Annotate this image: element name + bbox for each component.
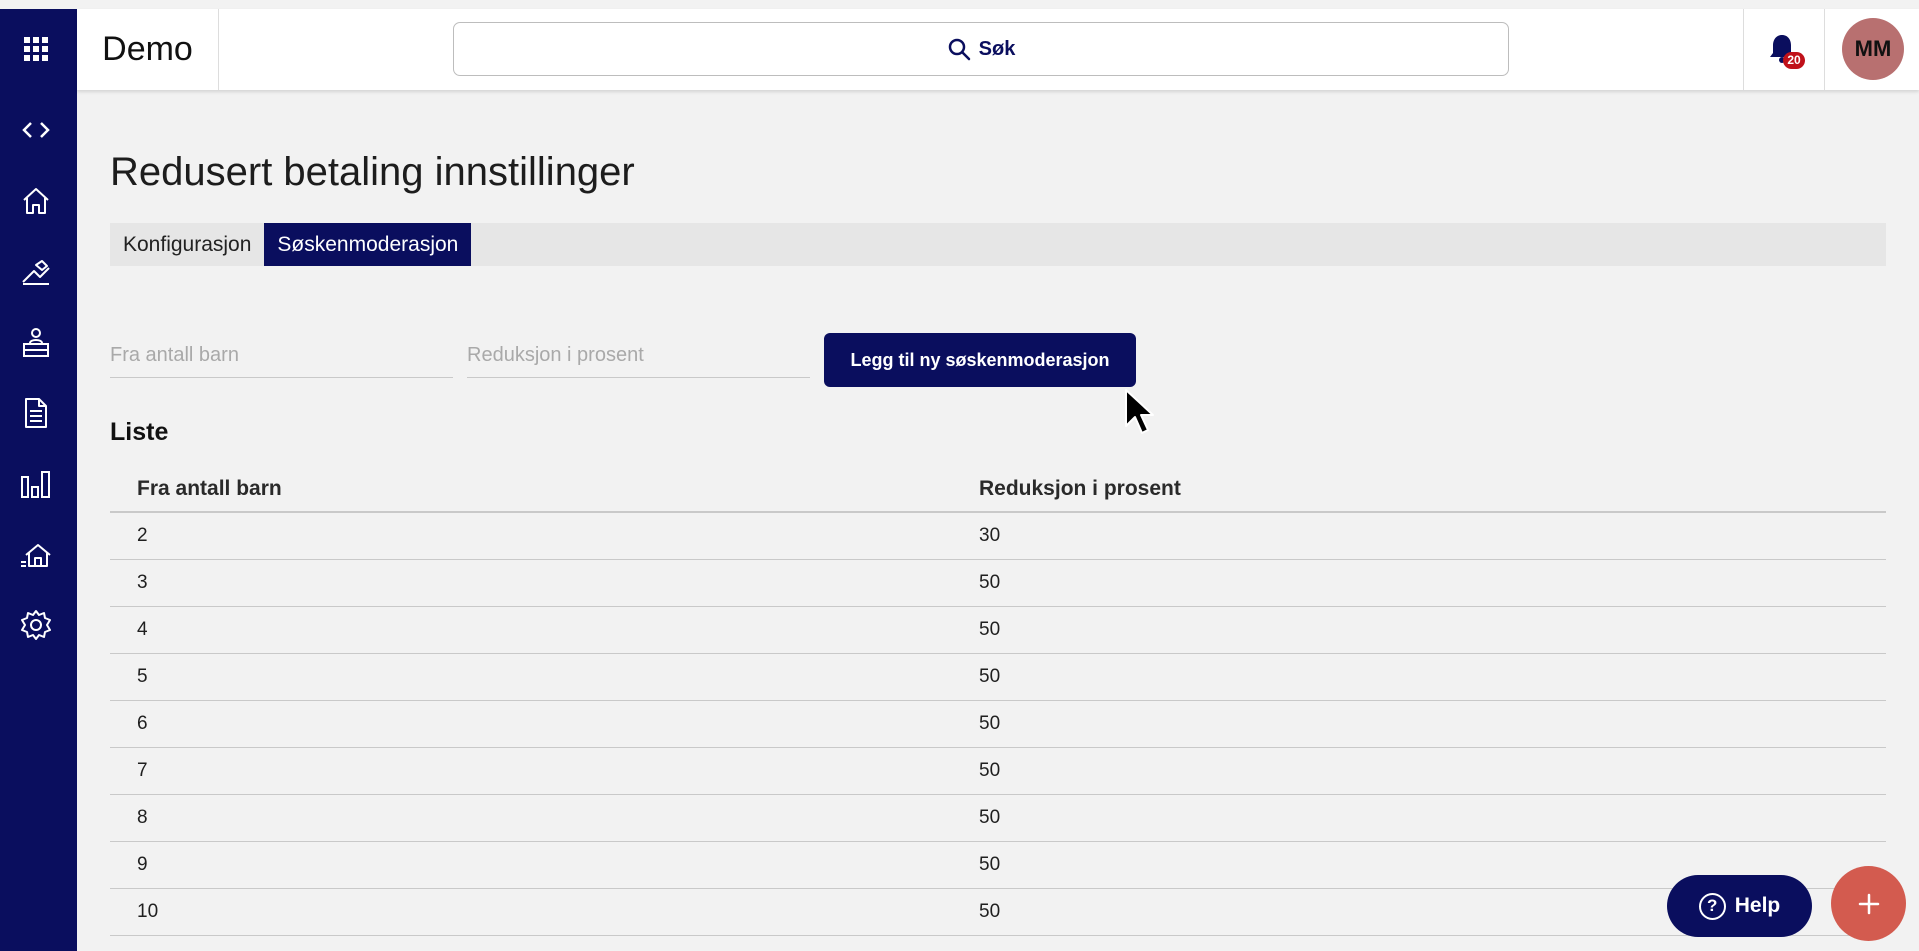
top-bar: Demo Søk 20 MM [77, 9, 1919, 90]
cell-children: 10 [137, 901, 159, 922]
gear-icon[interactable] [18, 607, 54, 643]
column-header-reduction[interactable]: Reduksjon i prosent [979, 477, 1886, 501]
playground-icon[interactable] [18, 254, 54, 290]
notifications-button[interactable]: 20 [1743, 9, 1825, 90]
list-title: Liste [110, 418, 169, 446]
mouse-cursor-icon [1125, 389, 1154, 434]
search-label: Søk [978, 37, 1016, 60]
column-header-children[interactable]: Fra antall barn [110, 477, 979, 501]
children-count-field [110, 335, 453, 378]
cell-reduction: 50 [979, 760, 1001, 781]
help-button-label: Help [1734, 894, 1781, 917]
cell-children: 2 [137, 525, 148, 546]
add-sibling-discount-button[interactable]: Legg til ny søskenmoderasjon [824, 333, 1136, 387]
cell-children: 7 [137, 760, 148, 781]
discount-table: Fra antall barn Reduksjon i prosent 2 30… [110, 467, 1886, 936]
plus-icon [1858, 893, 1879, 914]
question-mark-icon: ? [1698, 892, 1726, 920]
app-title[interactable]: Demo [77, 9, 219, 90]
search-bar[interactable]: Søk [453, 22, 1509, 76]
table-row[interactable]: 4 50 [110, 607, 1886, 654]
table-row[interactable]: 8 50 [110, 795, 1886, 842]
table-row[interactable]: 9 50 [110, 842, 1886, 889]
apps-grid-icon[interactable] [18, 31, 54, 67]
tab-soskenmoderasjon[interactable]: Søskenmoderasjon [264, 223, 472, 266]
cell-reduction: 50 [979, 713, 1001, 734]
cell-reduction: 50 [979, 619, 1001, 640]
cell-children: 5 [137, 666, 148, 687]
reduction-percent-field [467, 335, 810, 378]
reduction-percent-input[interactable] [467, 335, 810, 375]
cell-children: 8 [137, 807, 148, 828]
kindergarten-icon[interactable] [18, 325, 54, 361]
bar-chart-icon[interactable] [18, 466, 54, 502]
table-row[interactable]: 7 50 [110, 748, 1886, 795]
table-header: Fra antall barn Reduksjon i prosent [110, 467, 1886, 513]
avatar[interactable]: MM [1842, 18, 1904, 80]
cell-reduction: 50 [979, 807, 1001, 828]
table-row[interactable]: 5 50 [110, 654, 1886, 701]
code-icon[interactable] [18, 112, 54, 148]
notification-badge: 20 [1783, 51, 1805, 69]
home-icon[interactable] [18, 183, 54, 219]
cell-reduction: 30 [979, 525, 1001, 546]
tab-konfigurasjon[interactable]: Konfigurasjon [110, 223, 264, 266]
cell-reduction: 50 [979, 572, 1001, 593]
cell-reduction: 50 [979, 854, 1001, 875]
table-row[interactable]: 3 50 [110, 560, 1886, 607]
cell-reduction: 50 [979, 666, 1001, 687]
table-row[interactable]: 10 50 [110, 889, 1886, 936]
tab-bar: Konfigurasjon Søskenmoderasjon [110, 223, 1886, 266]
document-icon[interactable] [18, 395, 54, 431]
table-row[interactable]: 2 30 [110, 513, 1886, 560]
search-icon [948, 38, 970, 61]
building-icon[interactable] [18, 537, 54, 573]
cell-children: 4 [137, 619, 148, 640]
cell-children: 9 [137, 854, 148, 875]
page-title: Redusert betaling innstillinger [110, 150, 635, 194]
cell-children: 6 [137, 713, 148, 734]
sidebar [0, 9, 77, 951]
table-row[interactable]: 6 50 [110, 701, 1886, 748]
cell-children: 3 [137, 572, 148, 593]
children-count-input[interactable] [110, 335, 453, 375]
help-button[interactable]: ? Help [1667, 875, 1812, 937]
add-fab-button[interactable] [1831, 866, 1906, 941]
